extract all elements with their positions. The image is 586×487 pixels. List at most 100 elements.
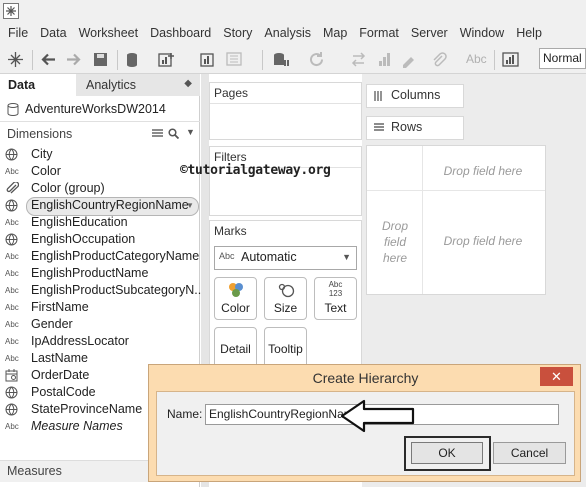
dimensions-menu-arrow-icon[interactable]: ▼ xyxy=(186,127,195,137)
columns-drop-area[interactable] xyxy=(462,84,586,106)
dimension-field-label: Color (group) xyxy=(31,181,105,195)
highlight-icon[interactable] xyxy=(400,51,417,68)
dimension-field-label: PostalCode xyxy=(31,385,96,399)
columns-icon xyxy=(374,91,382,101)
tab-analytics[interactable]: Analytics ◆ xyxy=(76,74,200,96)
close-icon[interactable]: ✕ xyxy=(540,367,573,386)
clear-sheet-icon[interactable] xyxy=(226,51,243,68)
dimension-field-label: EnglishProductCategoryName xyxy=(31,249,200,263)
globe-icon xyxy=(5,148,22,161)
chevron-down-icon[interactable]: ▼ xyxy=(186,201,194,210)
filters-card[interactable]: Filters xyxy=(209,146,362,216)
dimension-field-label: LastName xyxy=(31,351,88,365)
tableau-home-icon[interactable] xyxy=(7,51,24,68)
toolbar-divider xyxy=(494,50,495,70)
size-button[interactable]: Size xyxy=(264,277,307,320)
dimension-field-label: EnglishOccupation xyxy=(31,232,136,246)
menu-story[interactable]: Story xyxy=(217,26,258,40)
mark-type-label: Automatic xyxy=(241,250,297,264)
dimension-field[interactable]: Abc IpAddressLocator xyxy=(0,333,200,350)
rows-drop-area[interactable] xyxy=(462,116,586,138)
dimension-field[interactable]: Abc EnglishProductSubcategoryN... xyxy=(0,282,205,299)
menu-data[interactable]: Data xyxy=(34,26,72,40)
dimension-field-label: IpAddressLocator xyxy=(31,334,129,348)
menu-help[interactable]: Help xyxy=(510,26,548,40)
marks-title: Marks xyxy=(214,224,247,238)
pages-title: Pages xyxy=(214,86,249,100)
menu-window[interactable]: Window xyxy=(454,26,510,40)
text-button[interactable]: Abc 123 Text xyxy=(314,277,357,320)
dimension-field[interactable]: City xyxy=(0,146,200,163)
pages-card[interactable]: Pages xyxy=(209,82,362,140)
dimension-field[interactable]: Abc EnglishProductName xyxy=(0,265,200,282)
pane-menu-arrow-icon[interactable]: ◆ xyxy=(184,78,192,89)
toolbar: Abc xyxy=(0,44,586,74)
menu-format[interactable]: Format xyxy=(353,26,405,40)
refresh-icon[interactable] xyxy=(308,51,325,68)
canvas-gridline xyxy=(367,190,545,191)
globe-icon xyxy=(5,386,22,399)
drop-zone-view[interactable]: Drop field here xyxy=(427,234,539,248)
rows-shelf[interactable]: Rows xyxy=(366,116,464,140)
back-arrow-icon[interactable] xyxy=(40,51,57,68)
dimension-field[interactable]: Abc FirstName xyxy=(0,299,200,316)
dimension-field[interactable]: Abc Gender xyxy=(0,316,200,333)
color-button[interactable]: Color xyxy=(214,277,257,320)
swap-icon[interactable] xyxy=(350,51,367,68)
abc-icon: Abc xyxy=(5,167,19,176)
paperclip-icon xyxy=(5,181,22,195)
dimension-field[interactable]: Abc Color xyxy=(0,163,200,180)
search-icon[interactable] xyxy=(168,128,179,139)
dimension-field[interactable]: EnglishOccupation xyxy=(0,231,200,248)
dimension-field[interactable]: Abc EnglishProductCategoryName xyxy=(0,248,200,265)
tooltip-button-label: Tooltip xyxy=(268,342,303,356)
forward-arrow-icon[interactable] xyxy=(65,51,82,68)
new-datasource-icon[interactable] xyxy=(124,51,141,68)
mark-type-dropdown[interactable]: Abc Automatic ▼ xyxy=(214,246,357,270)
dimension-field[interactable]: Abc EnglishEducation xyxy=(0,214,200,231)
menu-worksheet[interactable]: Worksheet xyxy=(73,26,145,40)
dimension-field-label: Measure Names xyxy=(31,419,123,433)
cancel-button[interactable]: Cancel xyxy=(493,442,566,464)
drop-zone-columns[interactable]: Drop field here xyxy=(427,164,539,178)
save-icon[interactable] xyxy=(92,51,109,68)
color-palette-icon xyxy=(229,283,243,297)
show-labels-button[interactable]: Abc xyxy=(466,52,487,66)
menu-map[interactable]: Map xyxy=(317,26,353,40)
menu-file[interactable]: File xyxy=(0,26,34,40)
card-divider xyxy=(210,103,361,104)
dimension-field[interactable]: EnglishCountryRegionName ▼ xyxy=(0,197,200,216)
tab-data[interactable]: Data xyxy=(0,74,76,96)
paperclip-icon[interactable] xyxy=(430,51,447,68)
new-worksheet-icon[interactable] xyxy=(158,51,175,68)
duplicate-sheet-icon[interactable] xyxy=(198,51,215,68)
abc-icon: Abc xyxy=(5,337,19,346)
datasource-row[interactable]: AdventureWorksDW2014 xyxy=(0,96,200,122)
menu-server[interactable]: Server xyxy=(405,26,454,40)
ok-button[interactable]: OK xyxy=(411,442,483,464)
abc-icon: Abc xyxy=(5,218,19,227)
title-bar xyxy=(0,0,586,22)
worksheet-canvas[interactable]: Drop field here Drop field here Drop fie… xyxy=(366,145,546,295)
columns-shelf[interactable]: Columns xyxy=(366,84,464,108)
dimension-field[interactable]: Color (group) xyxy=(0,180,200,197)
toolbar-divider xyxy=(262,50,263,70)
dimension-field-label: EnglishCountryRegionName xyxy=(31,198,189,212)
size-icon xyxy=(278,283,295,298)
dimension-field-label: Gender xyxy=(31,317,73,331)
database-icon xyxy=(7,103,19,116)
view-size-dropdown[interactable]: Normal xyxy=(539,48,586,69)
drop-zone-rows[interactable]: Drop field here xyxy=(369,218,421,266)
watermark-text: ©tutorialgateway.org xyxy=(180,163,331,178)
rows-label: Rows xyxy=(391,120,423,134)
rows-icon xyxy=(374,123,384,131)
pause-updates-icon[interactable] xyxy=(272,51,289,68)
sort-ascending-icon[interactable] xyxy=(376,51,393,68)
show-me-icon[interactable] xyxy=(502,51,519,68)
globe-icon xyxy=(5,233,22,246)
view-cards-icon[interactable] xyxy=(152,129,163,139)
menu-analysis[interactable]: Analysis xyxy=(258,26,317,40)
columns-label: Columns xyxy=(391,88,441,102)
pane-tabs: Data Analytics ◆ xyxy=(0,74,200,96)
menu-dashboard[interactable]: Dashboard xyxy=(144,26,217,40)
